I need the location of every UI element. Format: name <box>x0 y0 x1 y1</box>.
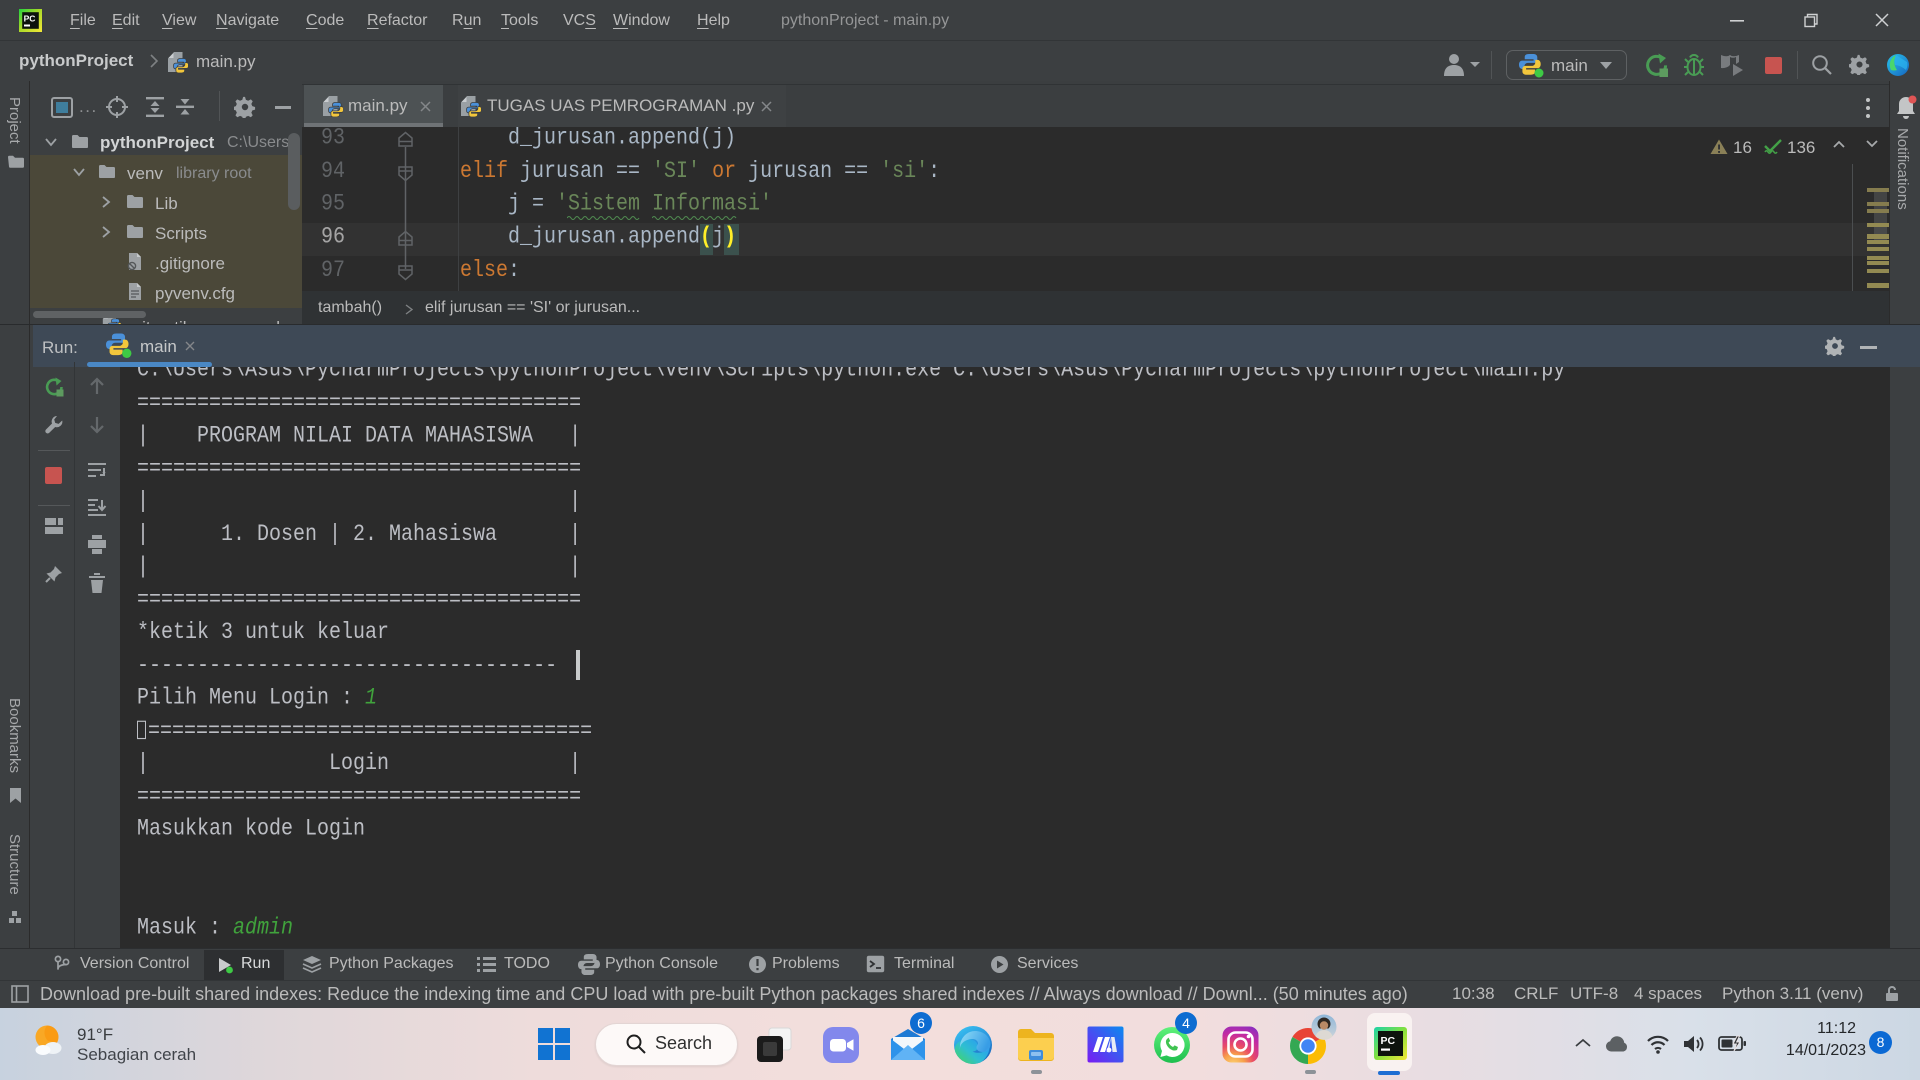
svg-text:PC: PC <box>24 14 36 24</box>
svg-text:PC: PC <box>1381 1035 1396 1047</box>
